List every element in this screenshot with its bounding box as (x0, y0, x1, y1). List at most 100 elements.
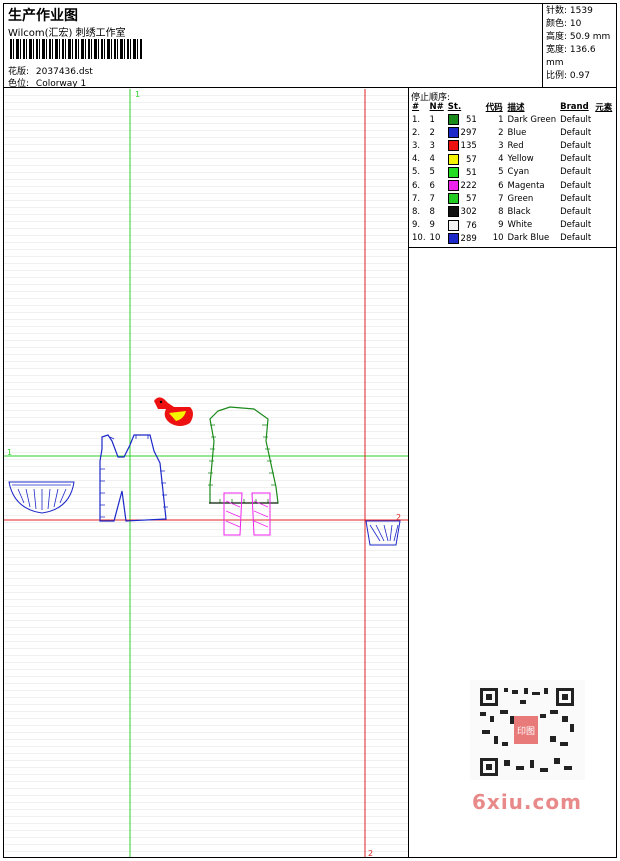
row-needle: 3 (429, 140, 435, 151)
col-header-brand: Brand (560, 102, 589, 112)
row-stitch-count: 297 (460, 128, 477, 139)
bag-motif (365, 520, 401, 546)
row-index: 10. (412, 233, 426, 244)
color-swatch (447, 114, 459, 126)
table-row: 9. 9 76 9 White Default (410, 219, 617, 232)
colorway-value: Colorway 1 (35, 79, 87, 89)
stat-scale: 比例: 0.97 (546, 71, 590, 81)
color-swatch (447, 127, 459, 139)
marker-2-bottom: 2 (368, 849, 373, 857)
watermark-text: 6xiu.com (472, 790, 582, 814)
row-needle: 8 (429, 206, 435, 217)
row-stitch-count: 57 (465, 154, 477, 165)
table-row: 7. 7 57 7 Green Default (410, 192, 617, 205)
row-index: 3. (412, 140, 421, 151)
table-row: 3. 3 135 3 Red Default (410, 139, 617, 152)
stat-height: 高度: 50.9 mm (546, 32, 611, 42)
pants-motif (223, 492, 271, 536)
table-row: 2. 2 297 2 Blue Default (410, 126, 617, 139)
row-description: White (507, 220, 533, 231)
colorway-row: 色位: Colorway 1 (8, 76, 86, 89)
row-needle: 5 (429, 167, 435, 178)
row-stitch-count: 135 (460, 141, 477, 152)
col-header-description: 描述 (507, 103, 525, 113)
marker-1-left: 1 (7, 448, 12, 457)
row-index: 4. (412, 154, 421, 165)
table-row: 6. 6 222 6 Magenta Default (410, 179, 617, 192)
dress-motif (208, 406, 279, 504)
row-stitch-count: 289 (460, 233, 477, 244)
color-swatch (447, 153, 459, 165)
row-code: 10 (492, 233, 504, 244)
row-code: 7 (498, 193, 504, 204)
row-code: 9 (498, 220, 504, 231)
row-brand: Default (560, 114, 592, 125)
row-brand: Default (560, 206, 592, 217)
col-header-n: N# (429, 102, 444, 112)
row-stitch-count: 51 (465, 167, 477, 178)
row-stitches: 57 (446, 192, 484, 205)
row-code: 6 (498, 180, 504, 191)
stat-stitches: 针数: 1539 (546, 6, 593, 16)
col-header-element: 元素 (595, 103, 613, 113)
col-header-index: # (412, 102, 420, 112)
row-description: Black (507, 206, 531, 217)
row-brand: Default (560, 167, 592, 178)
row-description: Magenta (507, 180, 545, 191)
stat-colors: 颜色: 10 (546, 19, 582, 29)
color-swatch (447, 166, 459, 178)
row-index: 5. (412, 167, 421, 178)
row-description: Cyan (507, 167, 530, 178)
row-index: 1. (412, 114, 421, 125)
seal-text: 印图 (517, 725, 535, 737)
stop-sequence-table: # N# St. 代码 描述 Brand 元素 1. 1 51 1 Dark Green… (410, 101, 617, 245)
header: 生产作业图 Wilcom(汇宏) 刺绣工作室 花版: 2037436.dst 色… (3, 3, 617, 89)
row-code: 1 (498, 114, 504, 125)
overalls-motif (99, 434, 168, 522)
row-code: 2 (498, 127, 504, 138)
row-stitches: 289 (446, 232, 484, 245)
barcode (10, 39, 143, 59)
table-row: 5. 5 51 5 Cyan Default (410, 166, 617, 179)
row-stitches: 222 (446, 179, 484, 192)
table-row: 1. 1 51 1 Dark Green Default (410, 113, 617, 126)
row-description: Yellow (507, 154, 534, 165)
stop-sequence-panel: 停止顺序: # N# St. 代码 描述 Brand 元素 1. 1 51 1 Dark… (409, 88, 617, 248)
row-stitches: 57 (446, 153, 484, 166)
color-swatch (447, 193, 459, 205)
row-description: Dark Blue (507, 233, 550, 244)
row-index: 8. (412, 206, 421, 217)
row-stitches: 51 (446, 113, 484, 126)
row-brand: Default (560, 127, 592, 138)
row-index: 7. (412, 193, 421, 204)
page-title: 生产作业图 (8, 8, 78, 24)
row-stitches: 76 (446, 219, 484, 232)
design-canvas: 1 1 2 2 (4, 89, 408, 857)
row-description: Red (507, 140, 524, 151)
col-header-stitches: St. (447, 102, 462, 112)
table-row: 4. 4 57 4 Yellow Default (410, 153, 617, 166)
row-code: 8 (498, 206, 504, 217)
row-code: 3 (498, 140, 504, 151)
color-swatch (447, 206, 459, 218)
row-stitch-count: 222 (460, 181, 477, 192)
row-stitches: 51 (446, 166, 484, 179)
row-index: 2. (412, 127, 421, 138)
row-code: 5 (498, 167, 504, 178)
row-brand: Default (560, 154, 592, 165)
row-needle: 2 (429, 127, 435, 138)
colorway-label: 色位: (8, 79, 30, 89)
company-name: Wilcom(汇宏) 刺绣工作室 (8, 28, 126, 39)
row-brand: Default (560, 193, 592, 204)
row-description: Green (507, 193, 534, 204)
duck-motif (154, 397, 193, 426)
row-index: 6. (412, 180, 421, 191)
row-stitches: 302 (446, 205, 484, 218)
row-brand: Default (560, 180, 592, 191)
row-index: 9. (412, 220, 421, 231)
marker-1-top: 1 (135, 90, 140, 99)
row-needle: 7 (429, 193, 435, 204)
row-brand: Default (560, 220, 592, 231)
qr-code: 印图 (470, 680, 585, 780)
row-needle: 6 (429, 180, 435, 191)
